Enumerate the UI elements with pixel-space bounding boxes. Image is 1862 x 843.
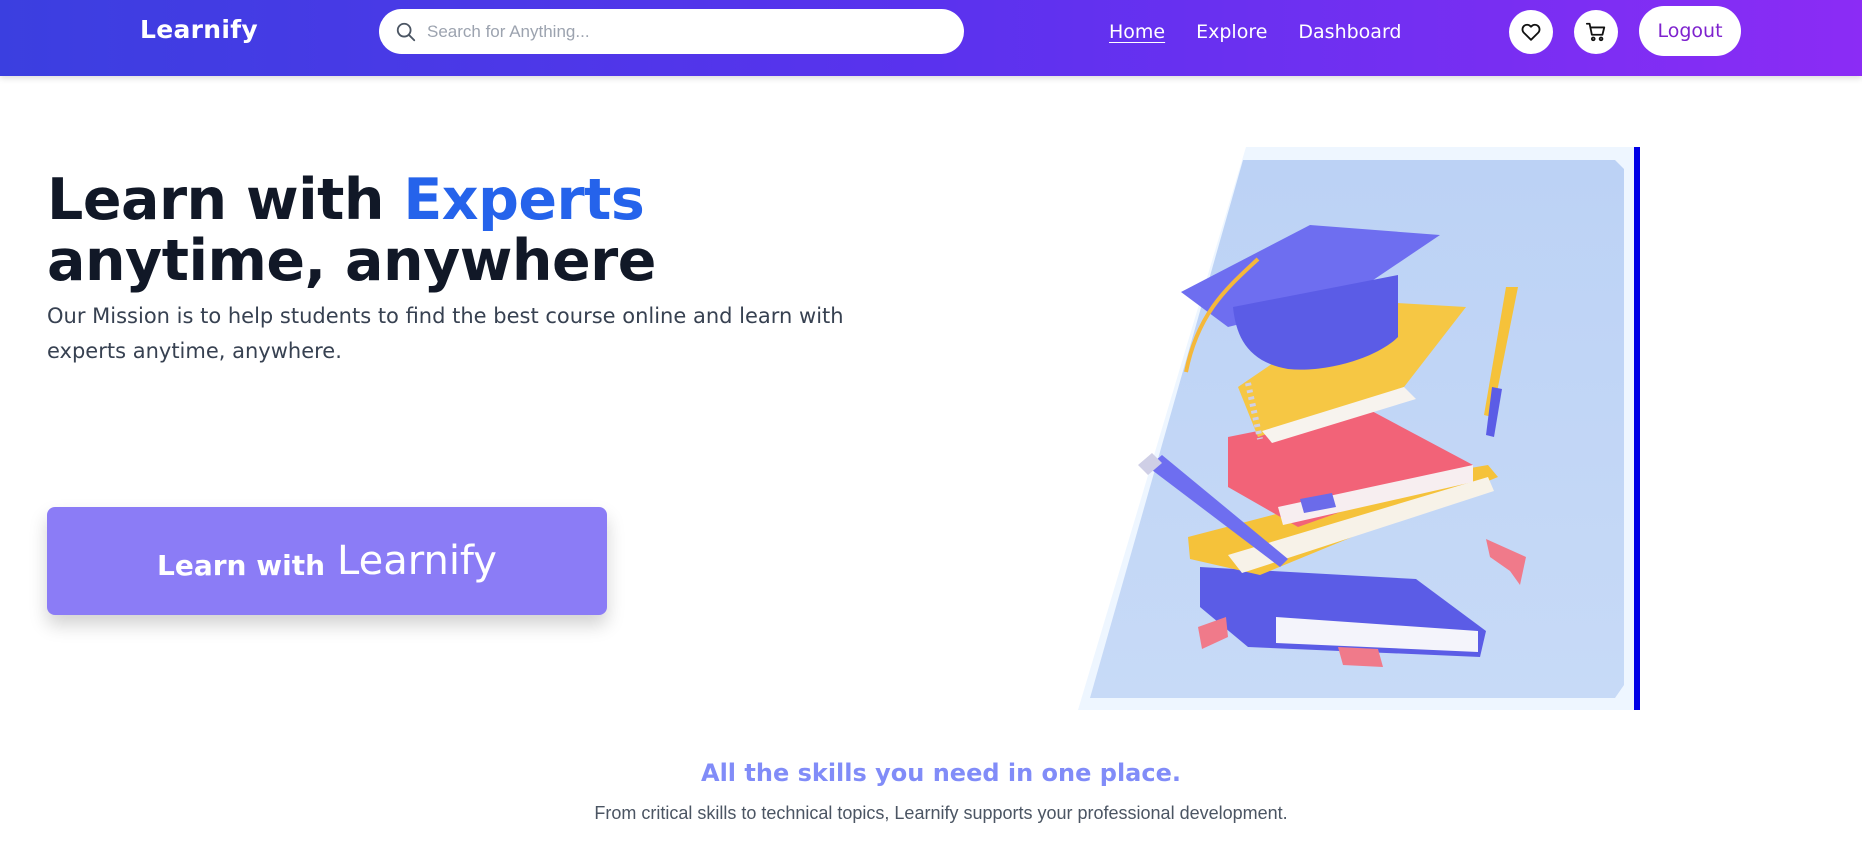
hero-title-part1: Learn with xyxy=(47,167,404,233)
wishlist-button[interactable] xyxy=(1509,10,1553,54)
search-icon xyxy=(396,22,416,42)
skills-subheading: From critical skills to technical topics… xyxy=(594,803,1288,823)
navbar: Learnify Home Explore Dashboard Logout xyxy=(0,0,1862,76)
learn-with-learnify-button[interactable]: Learn with Learnify xyxy=(47,507,607,615)
logout-button[interactable]: Logout xyxy=(1639,6,1741,56)
search-bar[interactable] xyxy=(379,9,964,54)
cart-icon xyxy=(1585,22,1606,42)
brand-logo[interactable]: Learnify xyxy=(140,15,258,44)
heart-icon xyxy=(1521,23,1541,41)
hero-accent-bar xyxy=(1634,147,1640,710)
hero-title-accent: Experts xyxy=(403,167,645,233)
mission-statement: Our Mission is to help students to find … xyxy=(47,304,844,363)
hero-title-line2: anytime, anywhere xyxy=(47,228,656,294)
nav-links: Home Explore Dashboard xyxy=(1109,19,1433,45)
cta-prefix: Learn with xyxy=(157,548,326,582)
nav-link-explore[interactable]: Explore xyxy=(1196,19,1267,45)
cart-button[interactable] xyxy=(1574,10,1618,54)
search-input[interactable] xyxy=(427,9,947,54)
cta-brand: Learnify xyxy=(337,538,497,584)
skills-heading: All the skills you need in one place. xyxy=(701,759,1181,787)
nav-link-home[interactable]: Home xyxy=(1109,19,1165,45)
nav-link-dashboard[interactable]: Dashboard xyxy=(1298,19,1401,45)
hero-illustration xyxy=(1078,147,1638,710)
hero-title: Learn with Experts anytime, anywhere xyxy=(47,170,656,292)
